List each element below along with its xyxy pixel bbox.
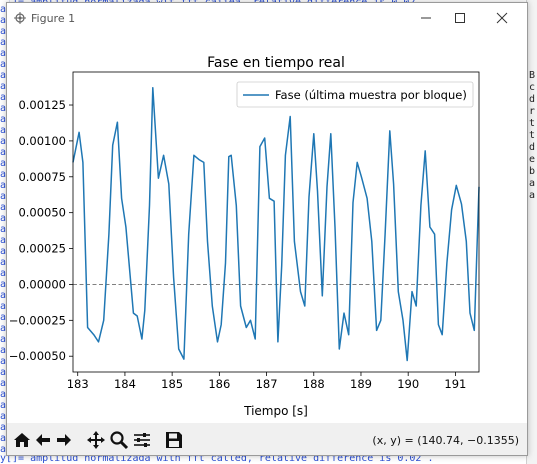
cursor-coordinates: (x, y) = (140.74, −0.1355) (372, 434, 519, 447)
home-icon (14, 433, 30, 447)
background-right-char: c (529, 82, 536, 93)
background-right-char: a (529, 178, 536, 189)
home-button[interactable] (11, 429, 33, 451)
background-right-char: b (529, 166, 536, 177)
x-tick-label: 186 (208, 377, 230, 391)
sliders-icon (134, 433, 150, 447)
zoom-button[interactable] (108, 429, 130, 451)
window-title: Figure 1 (31, 12, 76, 25)
y-tick-label: 0.00125 (18, 98, 66, 112)
close-icon (496, 12, 508, 24)
background-right-char: r (529, 106, 536, 117)
x-tick-label: 185 (161, 377, 183, 391)
background-right-char: t (529, 118, 536, 129)
x-tick-label: 188 (303, 377, 325, 391)
background-right-char: e (529, 154, 536, 165)
save-button[interactable] (163, 429, 185, 451)
x-axis-label: Tiempo [s] (243, 404, 308, 418)
background-right-char: a (529, 190, 536, 201)
back-arrow-icon (36, 434, 50, 446)
x-tick-label: 191 (444, 377, 466, 391)
y-tick-label: −0.00025 (9, 313, 66, 327)
toolbar: (x, y) = (140.74, −0.1355) (7, 423, 527, 455)
zoom-magnifier-icon (110, 431, 129, 450)
x-tick-label: 183 (67, 377, 89, 391)
configure-subplots-button[interactable] (131, 429, 153, 451)
x-tick-label: 189 (350, 377, 372, 391)
background-right-char: B (529, 70, 536, 81)
plot-area[interactable]: 183 184 185 186 187 188 189 190 191 0.00125 0.0010… (7, 33, 527, 423)
legend-label: Fase (última muestra por bloque) (275, 88, 467, 102)
background-right-char: d (529, 142, 536, 153)
forward-arrow-icon (57, 434, 71, 446)
pan-move-icon (87, 431, 105, 449)
x-tick-label: 184 (114, 377, 136, 391)
y-tick-label: 0.00025 (18, 242, 66, 256)
x-tick-label: 187 (256, 377, 278, 391)
y-tick-label: 0.00075 (18, 170, 66, 184)
x-tick-label: 190 (397, 377, 419, 391)
figure-icon (14, 12, 26, 24)
pan-button[interactable] (85, 429, 107, 451)
y-tick-label: −0.00050 (9, 349, 66, 363)
maximize-icon (455, 13, 465, 23)
axes-background (73, 72, 479, 372)
background-right-char: t (529, 130, 536, 141)
legend: Fase (última muestra por bloque) (236, 81, 474, 108)
figure-window: Figure 1 183 184 185 186 187 188 189 190 191 0.00… (6, 2, 528, 456)
y-tick-label: 0.00100 (18, 134, 66, 148)
minimize-button[interactable] (409, 3, 443, 33)
chart-title: Fase en tiempo real (207, 55, 345, 71)
close-button[interactable] (485, 3, 519, 33)
background-right-char: d (529, 94, 536, 105)
maximize-button[interactable] (443, 3, 477, 33)
save-floppy-icon (166, 432, 182, 448)
minimize-icon (421, 17, 431, 19)
forward-button[interactable] (53, 429, 75, 451)
back-button[interactable] (32, 429, 54, 451)
title-bar[interactable]: Figure 1 (7, 3, 527, 33)
y-tick-label: 0.00050 (18, 206, 66, 220)
phase-chart[interactable]: 183 184 185 186 187 188 189 190 191 0.00125 0.0010… (7, 33, 527, 423)
y-tick-label: 0.00000 (18, 277, 66, 291)
